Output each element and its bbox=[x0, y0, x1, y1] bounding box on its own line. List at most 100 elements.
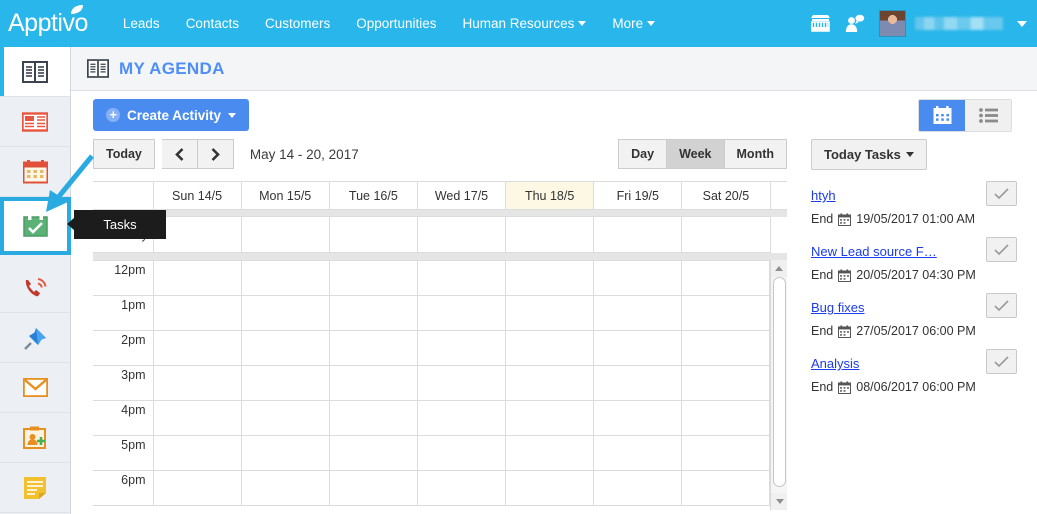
time-cell[interactable] bbox=[240, 259, 330, 296]
sidebar-item-tasks[interactable] bbox=[0, 197, 71, 255]
calendar-vertical-scrollbar[interactable] bbox=[770, 259, 787, 510]
next-week-button[interactable] bbox=[197, 139, 234, 169]
task-title-link[interactable]: htyh bbox=[811, 188, 836, 203]
all-day-cell[interactable] bbox=[152, 216, 242, 253]
time-cell[interactable] bbox=[152, 294, 242, 331]
time-cell[interactable] bbox=[240, 399, 330, 436]
time-cell[interactable] bbox=[416, 294, 506, 331]
time-cell[interactable] bbox=[592, 364, 682, 401]
time-cell[interactable] bbox=[328, 329, 418, 366]
time-cell[interactable] bbox=[240, 329, 330, 366]
time-cell[interactable] bbox=[416, 434, 506, 471]
task-title-link[interactable]: New Lead source F… bbox=[811, 244, 937, 259]
store-icon[interactable] bbox=[803, 0, 837, 47]
time-cell[interactable] bbox=[680, 469, 771, 506]
calendar-view-button[interactable] bbox=[919, 100, 965, 131]
time-cell[interactable] bbox=[416, 259, 506, 296]
time-cell[interactable] bbox=[152, 329, 242, 366]
list-view-button[interactable] bbox=[965, 100, 1011, 131]
sidebar-item-contact-add[interactable] bbox=[0, 413, 70, 463]
nav-item-leads[interactable]: Leads bbox=[110, 0, 173, 47]
day-header-wed[interactable]: Wed 17/5 bbox=[416, 181, 507, 210]
time-cell[interactable] bbox=[152, 364, 242, 401]
time-cell[interactable] bbox=[504, 399, 594, 436]
time-cell[interactable] bbox=[680, 259, 771, 296]
scrollbar-thumb[interactable] bbox=[773, 276, 786, 487]
time-cell[interactable] bbox=[680, 364, 771, 401]
all-day-cell[interactable] bbox=[593, 216, 683, 253]
time-cell[interactable] bbox=[240, 434, 330, 471]
time-cell[interactable] bbox=[152, 434, 242, 471]
time-cell[interactable] bbox=[240, 364, 330, 401]
create-activity-button[interactable]: + Create Activity bbox=[93, 99, 250, 131]
time-cell[interactable] bbox=[592, 469, 682, 506]
today-button[interactable]: Today bbox=[93, 139, 155, 169]
time-cell[interactable] bbox=[152, 469, 242, 506]
time-cell[interactable] bbox=[416, 399, 506, 436]
time-cell[interactable] bbox=[592, 434, 682, 471]
day-header-sat[interactable]: Sat 20/5 bbox=[681, 181, 771, 210]
time-cell[interactable] bbox=[152, 399, 242, 436]
sidebar-item-news[interactable] bbox=[0, 97, 70, 147]
nav-item-contacts[interactable]: Contacts bbox=[173, 0, 252, 47]
day-view-button[interactable]: Day bbox=[618, 139, 668, 169]
all-day-cell[interactable] bbox=[240, 216, 330, 253]
time-cell[interactable] bbox=[504, 294, 594, 331]
time-cell[interactable] bbox=[504, 469, 594, 506]
user-name-blurred[interactable] bbox=[915, 17, 1003, 30]
month-view-button[interactable]: Month bbox=[724, 139, 787, 169]
time-cell[interactable] bbox=[152, 259, 242, 296]
sidebar-item-calls[interactable] bbox=[0, 263, 70, 313]
time-cell[interactable] bbox=[504, 259, 594, 296]
avatar[interactable] bbox=[879, 10, 906, 37]
day-header-sun[interactable]: Sun 14/5 bbox=[152, 181, 242, 210]
time-cell[interactable] bbox=[592, 399, 682, 436]
all-day-cell[interactable] bbox=[328, 216, 418, 253]
messages-icon[interactable] bbox=[837, 0, 871, 47]
time-cell[interactable] bbox=[328, 434, 418, 471]
time-cell[interactable] bbox=[328, 364, 418, 401]
time-cell[interactable] bbox=[680, 399, 771, 436]
time-cell[interactable] bbox=[592, 294, 682, 331]
time-cell[interactable] bbox=[416, 364, 506, 401]
time-cell[interactable] bbox=[328, 294, 418, 331]
nav-item-customers[interactable]: Customers bbox=[252, 0, 343, 47]
nav-item-opportunities[interactable]: Opportunities bbox=[343, 0, 449, 47]
time-cell[interactable] bbox=[328, 399, 418, 436]
task-complete-button[interactable] bbox=[986, 293, 1017, 318]
time-cell[interactable] bbox=[504, 329, 594, 366]
task-title-link[interactable]: Analysis bbox=[811, 356, 859, 371]
week-view-button[interactable]: Week bbox=[667, 139, 725, 169]
time-cell[interactable] bbox=[680, 434, 771, 471]
time-cell[interactable] bbox=[592, 329, 682, 366]
chevron-down-icon[interactable] bbox=[1017, 20, 1027, 27]
day-header-mon[interactable]: Mon 15/5 bbox=[240, 181, 330, 210]
apptivo-logo[interactable]: Apptivo bbox=[8, 5, 88, 36]
all-day-cell[interactable] bbox=[681, 216, 771, 253]
all-day-cell[interactable] bbox=[416, 216, 507, 253]
time-cell[interactable] bbox=[504, 364, 594, 401]
day-header-tue[interactable]: Tue 16/5 bbox=[328, 181, 418, 210]
time-cell[interactable] bbox=[328, 469, 418, 506]
prev-week-button[interactable] bbox=[161, 139, 198, 169]
time-cell[interactable] bbox=[416, 329, 506, 366]
task-complete-button[interactable] bbox=[986, 237, 1017, 262]
all-day-cell[interactable] bbox=[505, 216, 595, 253]
time-cell[interactable] bbox=[328, 259, 418, 296]
day-header-thu[interactable]: Thu 18/5 bbox=[505, 181, 595, 210]
nav-item-human-resources[interactable]: Human Resources bbox=[450, 0, 600, 47]
time-cell[interactable] bbox=[240, 469, 330, 506]
sidebar-item-pin[interactable] bbox=[0, 313, 70, 363]
sidebar-item-agenda[interactable] bbox=[0, 47, 70, 97]
time-cell[interactable] bbox=[680, 294, 771, 331]
nav-item-more[interactable]: More bbox=[599, 0, 668, 47]
time-cell[interactable] bbox=[504, 434, 594, 471]
time-cell[interactable] bbox=[592, 259, 682, 296]
time-cell[interactable] bbox=[416, 469, 506, 506]
day-header-fri[interactable]: Fri 19/5 bbox=[593, 181, 683, 210]
scroll-down-button[interactable] bbox=[771, 492, 787, 510]
sidebar-item-email[interactable] bbox=[0, 363, 70, 413]
time-cell[interactable] bbox=[240, 294, 330, 331]
time-cell[interactable] bbox=[680, 329, 771, 366]
today-tasks-dropdown[interactable]: Today Tasks bbox=[811, 139, 927, 170]
